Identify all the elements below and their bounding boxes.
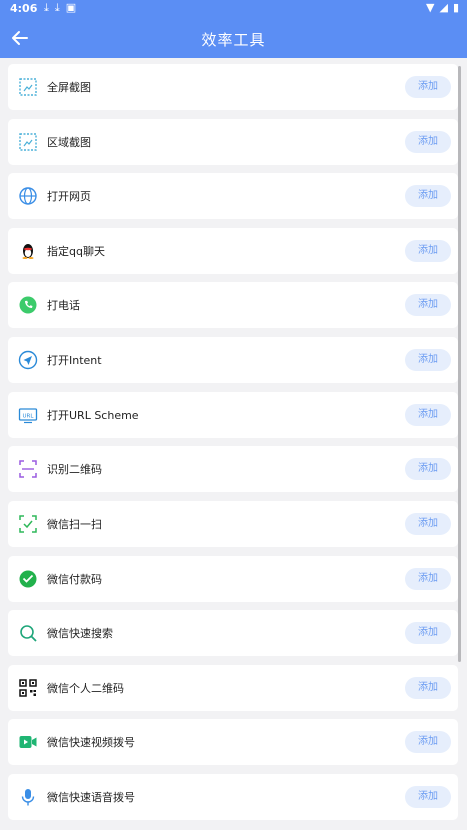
- status-bar: 4:06 ⤓ ⤓ ▣ ▼ ◢ ▮: [0, 0, 467, 18]
- download-icon: ⤓: [54, 1, 60, 14]
- url-icon: URL: [18, 408, 38, 424]
- wechat-pay-icon: [19, 570, 37, 588]
- svg-text:URL: URL: [23, 413, 35, 419]
- scan-frame-icon: [19, 460, 37, 478]
- send-arrow-icon: [18, 350, 38, 370]
- item-label: 打开URL Scheme: [47, 409, 139, 422]
- item-label: 识别二维码: [47, 463, 102, 476]
- battery-icon: ▮: [452, 1, 459, 14]
- fullscreen-screenshot-icon: [19, 78, 37, 96]
- status-time: 4:06: [10, 2, 38, 15]
- item-label: 打开Intent: [47, 354, 102, 367]
- add-button[interactable]: 添加: [405, 677, 451, 699]
- add-button[interactable]: 添加: [405, 185, 451, 207]
- download-icon: ⤓: [44, 1, 49, 14]
- wechat-scan-icon: [19, 515, 37, 533]
- item-label: 微信扫一扫: [47, 518, 102, 531]
- list-item[interactable]: 微信快速搜索 添加: [8, 610, 458, 656]
- item-label: 微信快速语音拨号: [47, 791, 135, 804]
- item-label: 微信快速搜索: [47, 627, 113, 640]
- page-title: 效率工具: [201, 31, 266, 49]
- list-item[interactable]: 打电话 添加: [8, 282, 458, 328]
- add-button[interactable]: 添加: [405, 568, 451, 590]
- add-button[interactable]: 添加: [405, 622, 451, 644]
- list-item[interactable]: 打开Intent 添加: [8, 337, 458, 383]
- list-item[interactable]: 微信快速视频拨号 添加: [8, 719, 458, 765]
- video-call-icon: [19, 736, 37, 748]
- list-item[interactable]: 识别二维码 添加: [8, 446, 458, 492]
- scrollbar[interactable]: [458, 66, 461, 662]
- add-button[interactable]: 添加: [405, 294, 451, 316]
- system-icons: ▼ ◢ ▮: [426, 1, 459, 14]
- add-button[interactable]: 添加: [405, 513, 451, 535]
- add-button[interactable]: 添加: [405, 731, 451, 753]
- add-button[interactable]: 添加: [405, 458, 451, 480]
- add-button[interactable]: 添加: [405, 404, 451, 426]
- list-item[interactable]: 微信付款码 添加: [8, 556, 458, 602]
- item-label: 微信个人二维码: [47, 682, 124, 695]
- list-item[interactable]: 微信个人二维码 添加: [8, 665, 458, 711]
- qr-code-icon: [19, 679, 37, 697]
- qq-penguin-icon: [22, 244, 34, 259]
- add-button[interactable]: 添加: [405, 786, 451, 808]
- list-item[interactable]: 微信快速语音拨号 添加: [8, 774, 458, 820]
- app-notification-icon: ▣: [65, 1, 77, 14]
- item-label: 微信付款码: [47, 573, 102, 586]
- add-button[interactable]: 添加: [405, 76, 451, 98]
- item-label: 打电话: [47, 299, 80, 312]
- list-item[interactable]: 区域截图 添加: [8, 119, 458, 165]
- add-button[interactable]: 添加: [405, 131, 451, 153]
- list-item[interactable]: 指定qq聊天 添加: [8, 228, 458, 274]
- wifi-icon: ▼: [426, 1, 435, 14]
- notification-icons: ⤓ ⤓ ▣: [44, 1, 76, 15]
- search-icon: [20, 625, 37, 642]
- area-screenshot-icon: [19, 133, 37, 151]
- item-label: 打开网页: [47, 190, 91, 203]
- app-bar: 效率工具: [0, 18, 467, 58]
- list-item[interactable]: 打开网页 添加: [8, 173, 458, 219]
- list-item[interactable]: 微信扫一扫 添加: [8, 501, 458, 547]
- list-item[interactable]: URL 打开URL Scheme 添加: [8, 392, 458, 438]
- item-label: 微信快速视频拨号: [47, 736, 135, 749]
- item-label: 区域截图: [47, 136, 91, 149]
- list-item[interactable]: 全屏截图 添加: [8, 64, 458, 110]
- globe-icon: [19, 187, 37, 205]
- item-label: 全屏截图: [47, 81, 91, 94]
- microphone-icon: [21, 789, 35, 806]
- signal-icon: ◢: [439, 1, 448, 14]
- item-label: 指定qq聊天: [47, 245, 105, 258]
- add-button[interactable]: 添加: [405, 349, 451, 371]
- add-button[interactable]: 添加: [405, 240, 451, 262]
- phone-icon: [19, 296, 37, 314]
